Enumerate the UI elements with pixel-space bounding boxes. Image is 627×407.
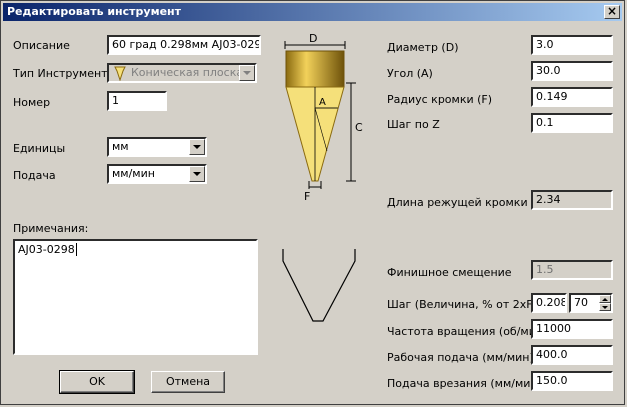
tool-type-value: Коническая плоская [131, 66, 250, 79]
close-button[interactable]: × [604, 5, 620, 19]
diameter-field[interactable]: 3.0 [531, 35, 613, 55]
description-field[interactable]: 60 град 0.298мм AJ03-0298 [107, 35, 261, 55]
radius-label: Радиус кромки (F) [387, 93, 493, 106]
feed-units-select[interactable]: мм/мин [107, 164, 207, 184]
tool-cone-icon [114, 66, 126, 81]
feed-units-value: мм/мин [112, 167, 155, 180]
plunge-feed-label: Подача врезания (мм/мин) [387, 377, 542, 390]
d-label: D [309, 32, 317, 45]
rpm-label: Частота вращения (об/мин) [387, 325, 548, 338]
description-label: Описание [13, 39, 70, 52]
stepz-field[interactable]: 0.1 [531, 113, 613, 133]
angle-label: Угол (A) [387, 67, 433, 80]
chevron-down-icon[interactable] [239, 65, 255, 81]
finish-offset-label: Финишное смещение [387, 266, 512, 279]
diameter-label: Диаметр (D) [387, 41, 459, 54]
finish-offset-field: 1.5 [531, 260, 613, 280]
cutting-length-label: Длина режущей кромки [387, 196, 528, 209]
tool-type-label: Тип Инструмента [13, 67, 115, 80]
number-field[interactable]: 1 [107, 91, 167, 111]
title-bar[interactable]: Редактировать инструмент × [3, 3, 622, 21]
cutting-length-field: 2.34 [531, 190, 613, 210]
units-value: мм [112, 140, 129, 153]
angle-field[interactable]: 30.0 [531, 61, 613, 81]
notes-label: Примечания: [13, 222, 89, 235]
f-label: F [304, 190, 310, 203]
work-feed-label: Рабочая подача (мм/мин) [387, 351, 534, 364]
feed-label: Подача [13, 169, 56, 182]
chevron-down-icon[interactable] [189, 166, 205, 182]
units-select[interactable]: мм [107, 137, 207, 157]
units-label: Единицы [13, 142, 66, 155]
edit-tool-dialog: Редактировать инструмент × Описание 60 г… [0, 0, 625, 405]
number-label: Номер [13, 96, 51, 109]
close-icon: × [606, 4, 618, 18]
plunge-feed-field[interactable]: 150.0 [531, 371, 613, 391]
work-feed-field[interactable]: 400.0 [531, 345, 613, 365]
spin-up-icon[interactable] [599, 295, 611, 303]
chevron-down-icon[interactable] [189, 139, 205, 155]
window-title: Редактировать инструмент [7, 5, 182, 18]
notes-text: AJ03-0298 [18, 243, 75, 256]
c-label: C [355, 121, 363, 134]
rpm-field[interactable]: 11000 [531, 319, 613, 339]
tool-diagram: D A C F [284, 32, 363, 203]
step-field[interactable]: 0.2086 [531, 293, 567, 313]
radius-field[interactable]: 0.149 [531, 87, 613, 107]
tool-profile-diagram [282, 249, 356, 322]
a-label: A [319, 97, 326, 108]
tool-type-select[interactable]: Коническая плоская [107, 63, 257, 83]
step-label: Шаг (Величина, % от 2xF) [387, 298, 537, 311]
stepz-label: Шаг по Z [387, 118, 440, 131]
spin-down-icon[interactable] [599, 303, 611, 311]
step-percent-spinner[interactable]: 70 [569, 293, 613, 313]
tool-shank [285, 50, 345, 88]
ok-button[interactable]: OK [59, 370, 135, 394]
cancel-button[interactable]: Отмена [151, 371, 225, 393]
notes-textarea[interactable]: AJ03-0298 [13, 239, 258, 355]
step-percent-value: 70 [574, 296, 588, 309]
